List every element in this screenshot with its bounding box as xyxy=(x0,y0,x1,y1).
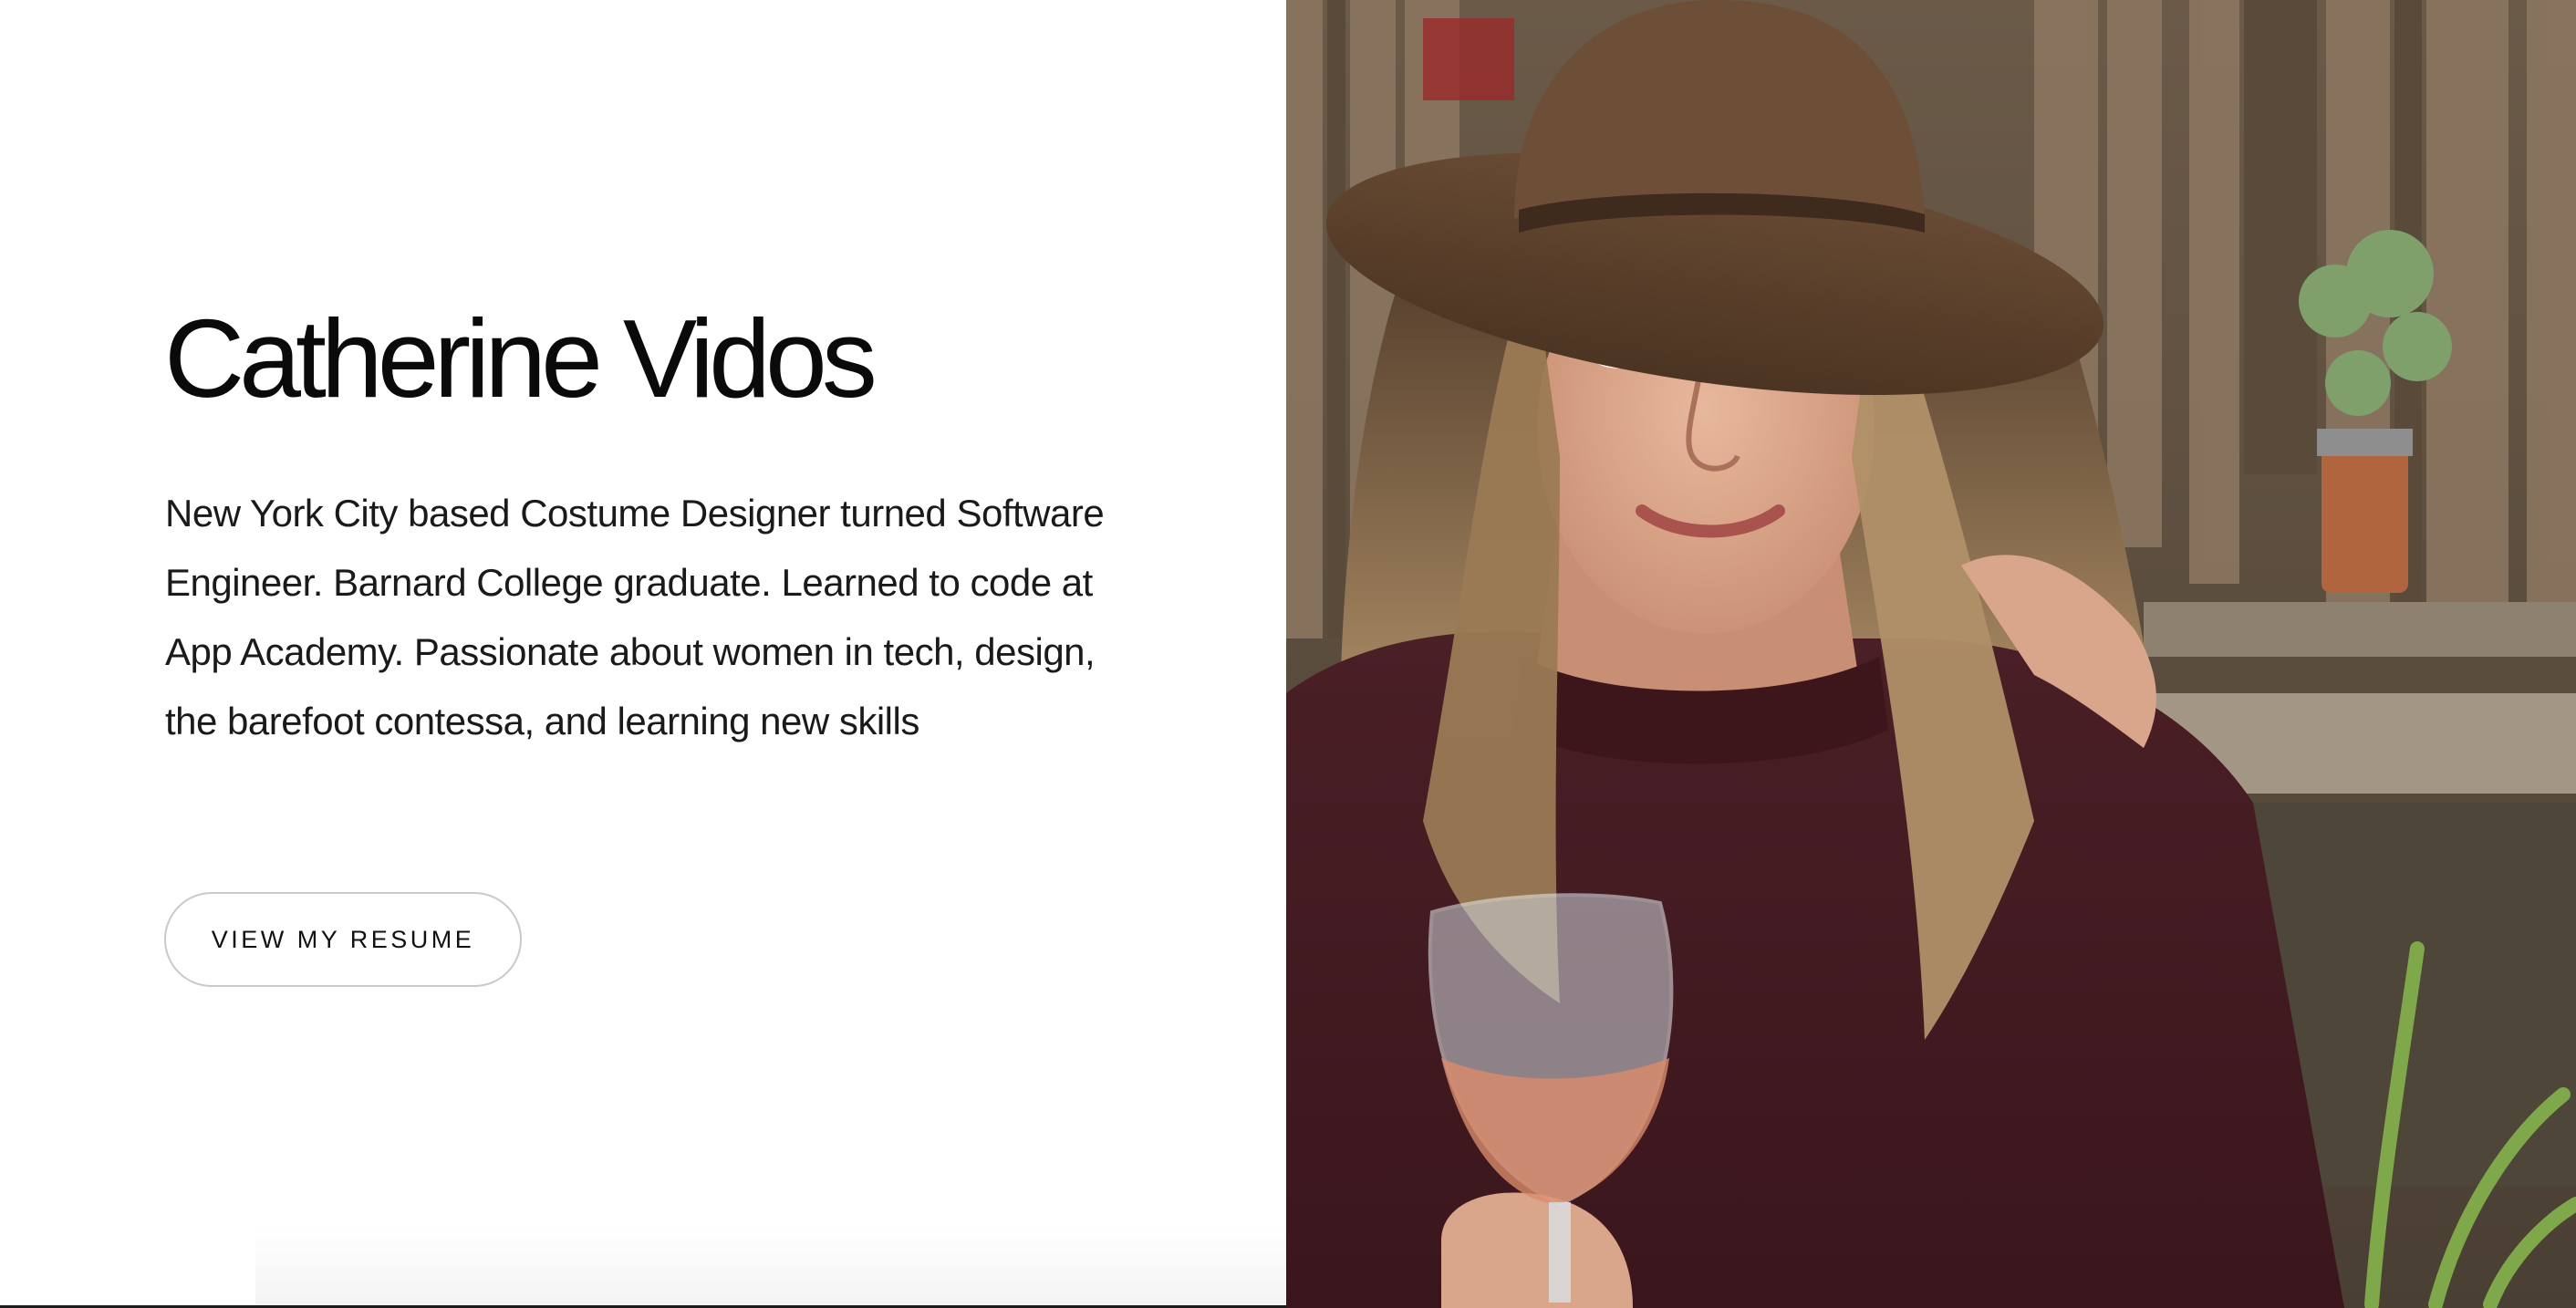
view-resume-button[interactable]: VIEW MY RESUME xyxy=(164,892,522,987)
page: Catherine Vidos New York City based Cost… xyxy=(0,0,2576,1308)
hero-text-panel: Catherine Vidos New York City based Cost… xyxy=(0,0,1286,1308)
hero-name: Catherine Vidos xyxy=(164,296,878,420)
bottom-shadow xyxy=(255,1226,1286,1308)
profile-photo xyxy=(1286,0,2576,1308)
hero-bio: New York City based Costume Designer tur… xyxy=(165,492,1105,742)
profile-photo-illustration xyxy=(1286,0,2576,1308)
